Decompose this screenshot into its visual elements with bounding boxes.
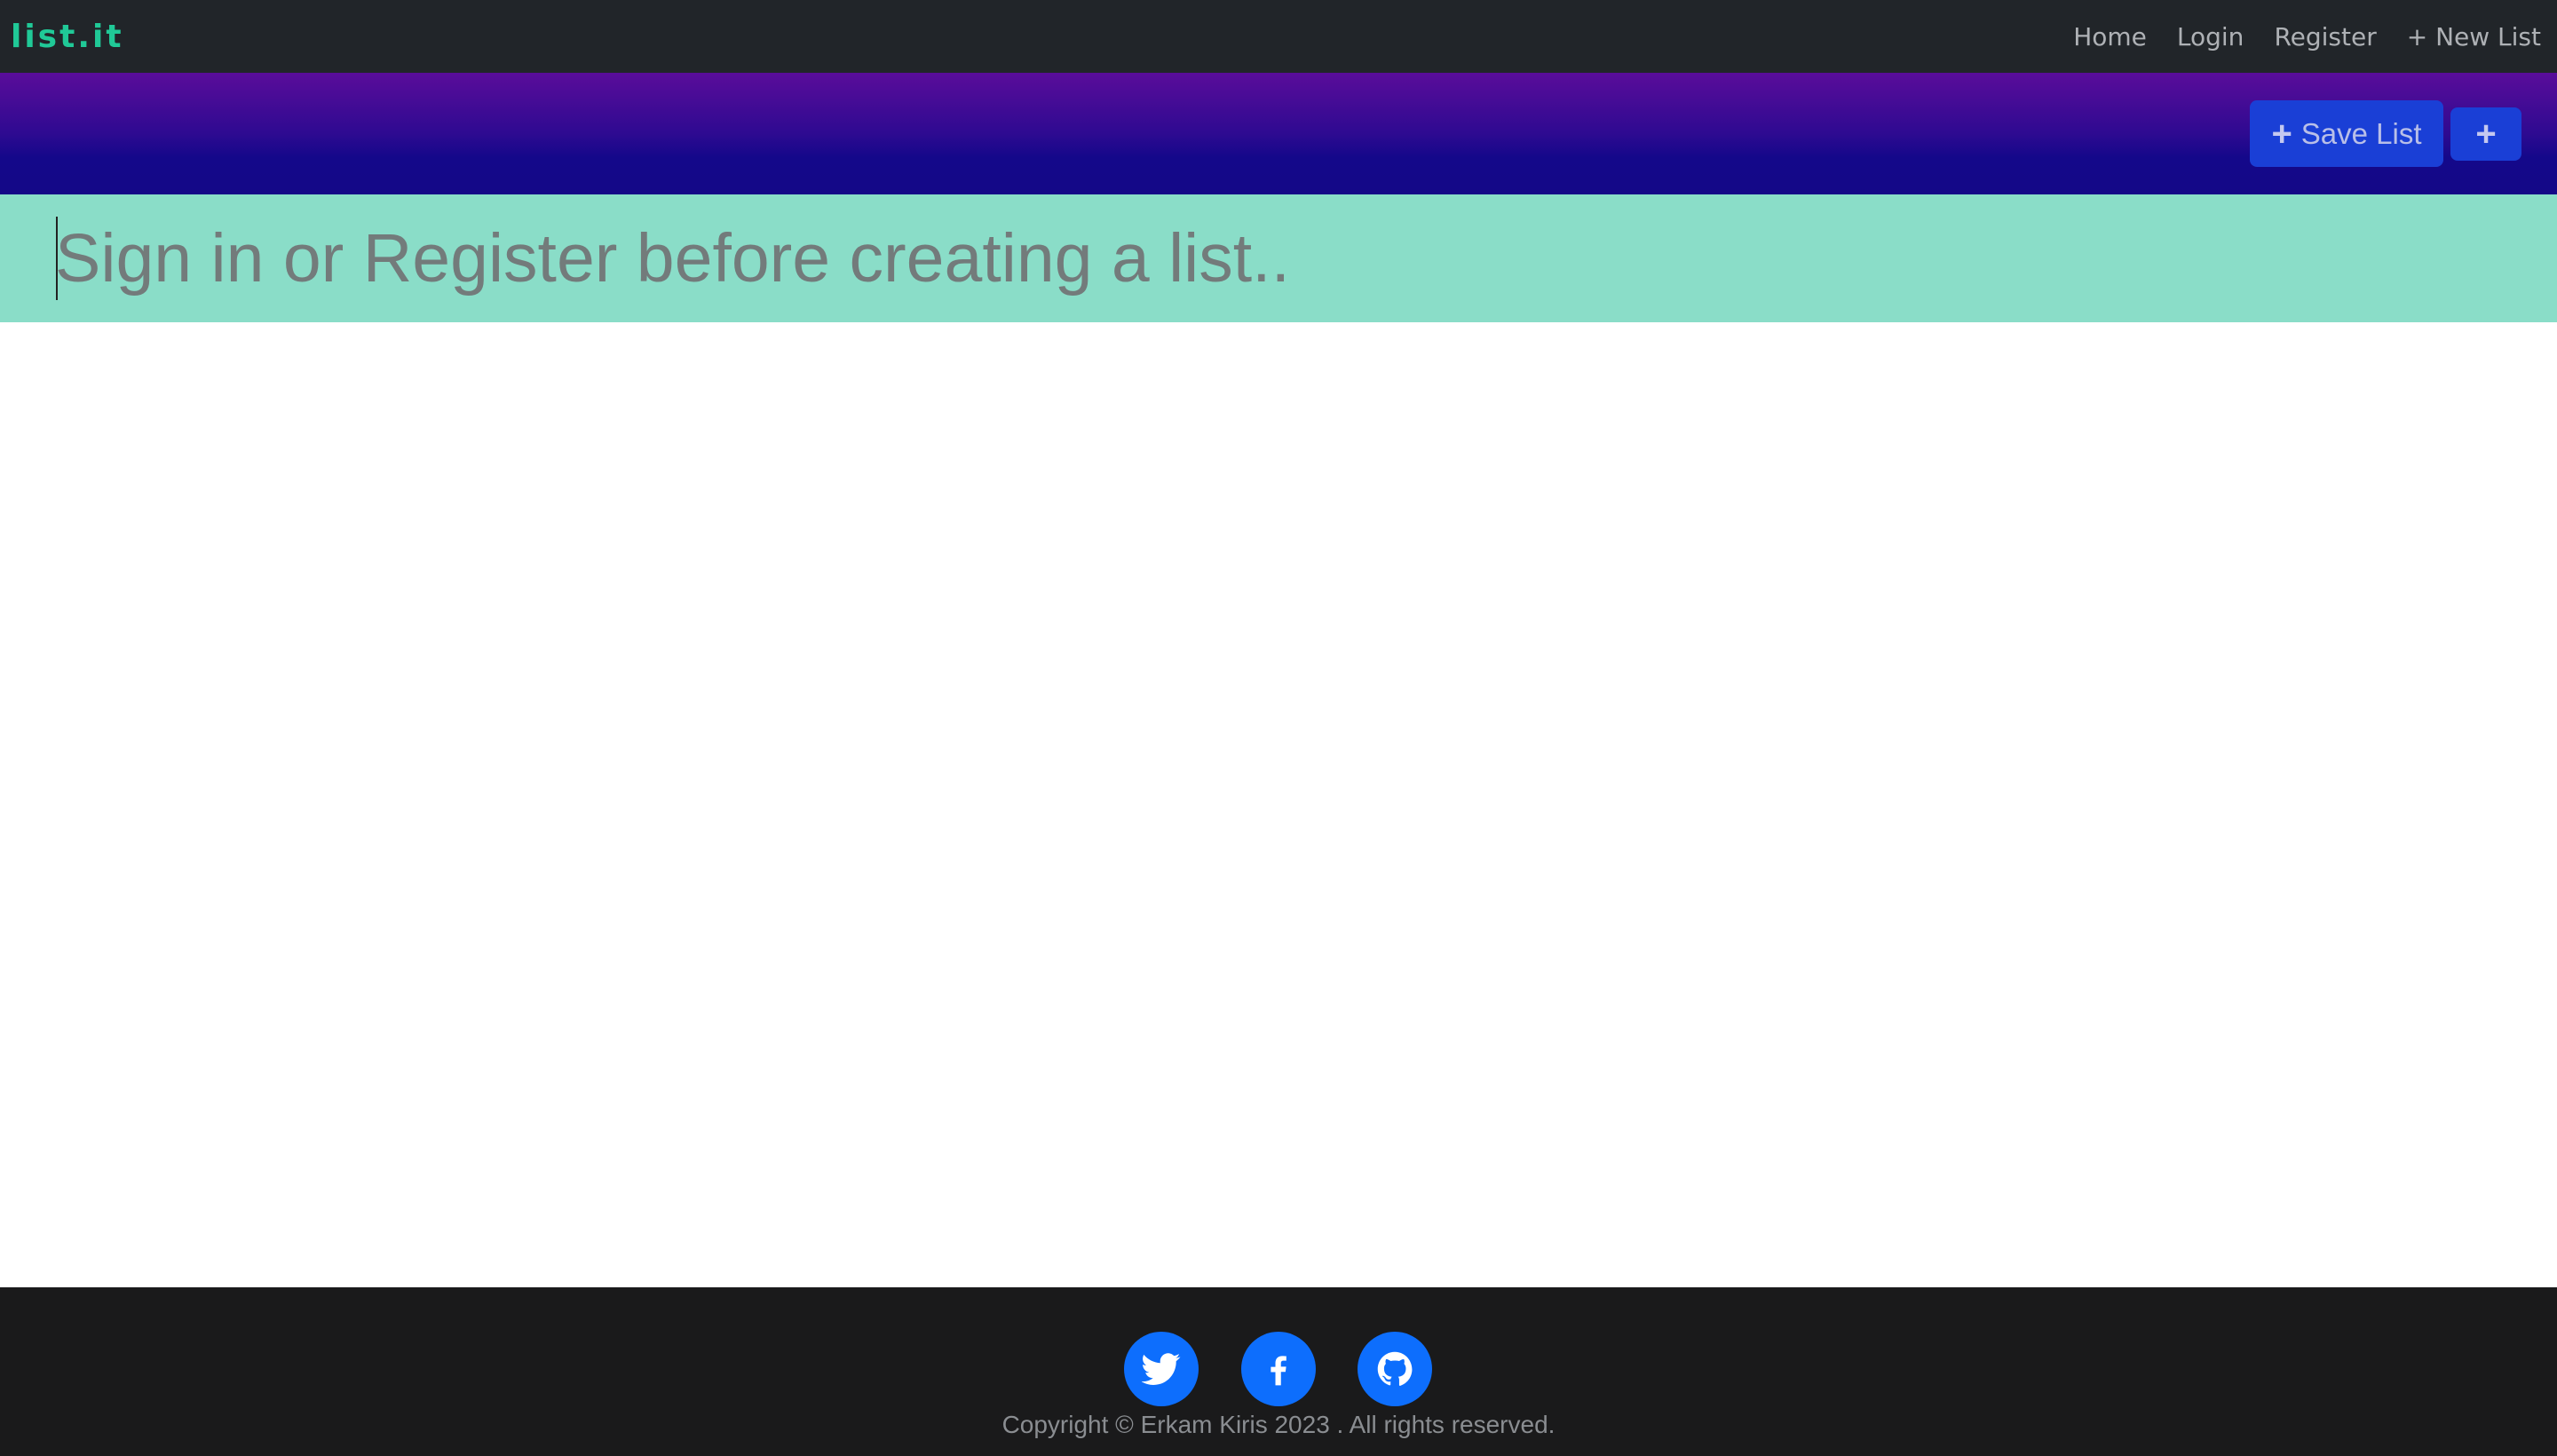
list-title-bar — [0, 194, 2557, 322]
text-caret — [56, 217, 58, 300]
brand-logo[interactable]: list.it — [11, 19, 124, 55]
nav-link-home[interactable]: Home — [2073, 22, 2147, 51]
twitter-link[interactable] — [1124, 1332, 1199, 1406]
list-title-input[interactable] — [55, 214, 2452, 303]
list-toolbar: + Save List + — [0, 73, 2557, 194]
plus-icon: + — [2475, 115, 2497, 154]
page-footer: Copyright © Erkam Kiris 2023 . All right… — [0, 1287, 2557, 1456]
nav-link-new-list[interactable]: + New List — [2407, 22, 2541, 51]
github-link[interactable] — [1358, 1332, 1432, 1406]
twitter-icon — [1142, 1353, 1181, 1385]
top-navbar: list.it Home Login Register + New List — [0, 0, 2557, 73]
plus-icon: + — [2271, 114, 2292, 154]
save-list-label: Save List — [2300, 116, 2422, 150]
nav-link-register[interactable]: Register — [2274, 22, 2376, 51]
save-list-button[interactable]: + Save List — [2250, 100, 2443, 167]
github-icon — [1377, 1351, 1413, 1386]
facebook-icon — [1271, 1356, 1286, 1386]
copyright-text: Copyright © Erkam Kiris 2023 . All right… — [1001, 1411, 1556, 1438]
nav-links: Home Login Register + New List — [2073, 22, 2546, 51]
facebook-link[interactable] — [1241, 1332, 1316, 1406]
nav-link-login[interactable]: Login — [2177, 22, 2244, 51]
add-item-button[interactable]: + — [2450, 107, 2521, 161]
